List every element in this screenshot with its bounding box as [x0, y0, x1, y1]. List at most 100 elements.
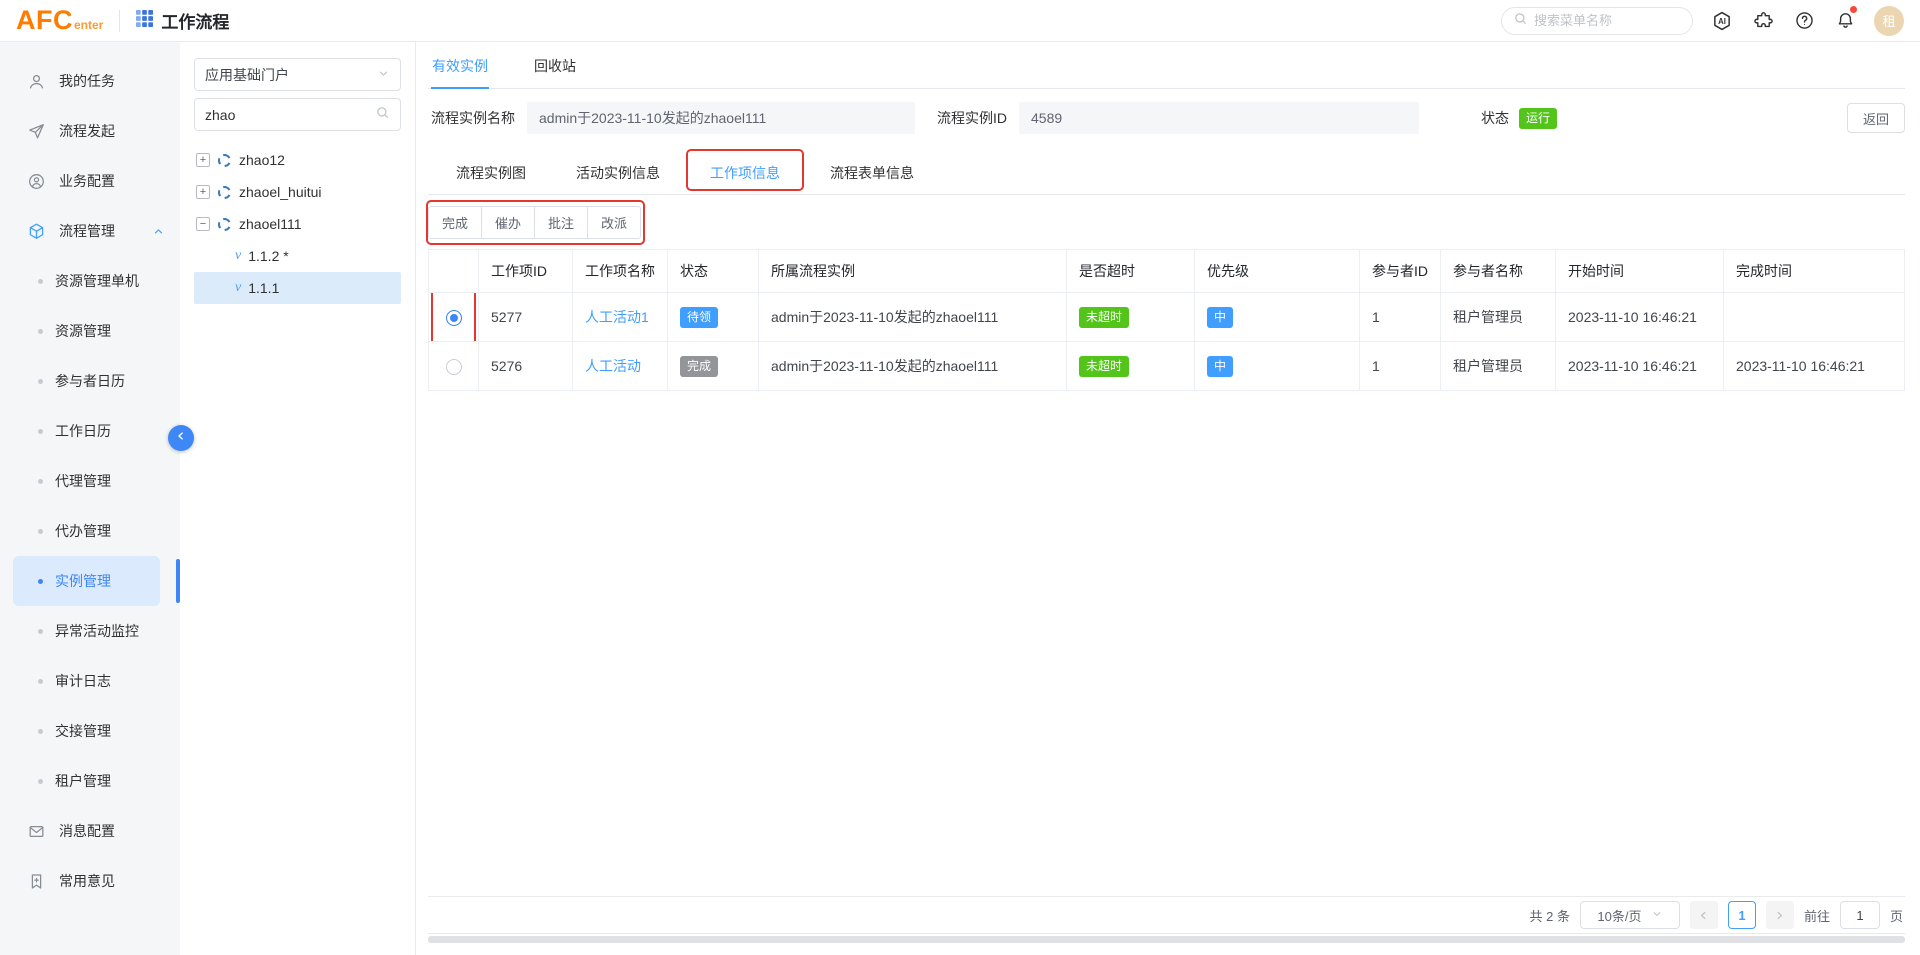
sidebar-menu: 我的任务 流程发起 业务配置 流程管理 资源管理单机 资源管理 参与者日历 工作… — [0, 42, 180, 955]
horizontal-scrollbar[interactable] — [428, 936, 1905, 943]
column-header-1: 工作项ID — [479, 250, 573, 293]
sidebar-item-6[interactable]: 参与者日历 — [0, 356, 180, 406]
subtab-2[interactable]: 工作项信息 — [708, 154, 782, 194]
topbar: AFC enter 工作流程 AI — [0, 0, 1920, 42]
tree-search-input[interactable] — [205, 107, 375, 123]
end-time-cell — [1724, 293, 1905, 342]
tree-version-2-1[interactable]: v 1.1.1 — [194, 272, 401, 304]
instance-cell: admin于2023-11-10发起的zhaoel111 — [759, 293, 1067, 342]
subtab-1[interactable]: 活动实例信息 — [574, 154, 662, 194]
bullet-icon — [38, 629, 43, 634]
app-title: 工作流程 — [136, 8, 229, 33]
participant-id-cell: 1 — [1360, 293, 1441, 342]
divider — [119, 10, 120, 32]
instance-id-label: 流程实例ID — [937, 108, 1007, 128]
sidebar-item-14[interactable]: 租户管理 — [0, 756, 180, 806]
table-row-1: 5276 人工活动 完成 admin于2023-11-10发起的zhaoel11… — [429, 342, 1905, 391]
sidebar-item-3[interactable]: 流程管理 — [0, 206, 180, 256]
tree-node-2[interactable]: − zhaoel111 — [194, 208, 401, 240]
tree-version-2-0[interactable]: v 1.1.2 * — [194, 240, 401, 272]
prev-page-button[interactable] — [1690, 901, 1718, 929]
notification-dot — [1850, 6, 1857, 13]
active-indicator — [176, 559, 180, 603]
radio-unselected-icon[interactable] — [446, 359, 462, 375]
menu-search[interactable] — [1501, 7, 1693, 35]
page-suffix-label: 页 — [1890, 906, 1903, 925]
participant-id-cell: 1 — [1360, 342, 1441, 391]
workitem-name-cell: 人工活动 — [573, 342, 668, 391]
app-body: 我的任务 流程发起 业务配置 流程管理 资源管理单机 资源管理 参与者日历 工作… — [0, 42, 1920, 955]
column-header-9: 开始时间 — [1556, 250, 1724, 293]
workitem-link[interactable]: 人工活动 — [585, 358, 641, 374]
participant-name-cell: 租户管理员 — [1441, 293, 1556, 342]
action-button-3[interactable]: 改派 — [587, 206, 641, 239]
minus-box-icon[interactable]: − — [196, 217, 210, 231]
bell-icon[interactable] — [1833, 9, 1857, 33]
sidebar-item-12[interactable]: 审计日志 — [0, 656, 180, 706]
radio-cell — [429, 342, 479, 391]
action-button-2[interactable]: 批注 — [534, 206, 588, 239]
bullet-icon — [38, 779, 43, 784]
sidebar-item-5[interactable]: 资源管理 — [0, 306, 180, 356]
subtab-3[interactable]: 流程表单信息 — [828, 154, 916, 194]
send-icon — [27, 122, 46, 141]
page-number-1[interactable]: 1 — [1728, 901, 1756, 929]
sidebar-item-9[interactable]: 代办管理 — [0, 506, 180, 556]
ai-icon[interactable]: AI — [1710, 9, 1734, 33]
next-page-button[interactable] — [1766, 901, 1794, 929]
sidebar-item-0[interactable]: 我的任务 — [0, 56, 180, 106]
tree-node-0[interactable]: + zhao12 — [194, 144, 401, 176]
sidebar-item-11[interactable]: 异常活动监控 — [0, 606, 180, 656]
app-logo: AFC enter — [16, 7, 103, 34]
page-size-select[interactable]: 10条/页 — [1580, 901, 1680, 929]
radio-selected-icon[interactable] — [446, 310, 462, 326]
sidebar-item-8[interactable]: 代理管理 — [0, 456, 180, 506]
sidebar-item-4[interactable]: 资源管理单机 — [0, 256, 180, 306]
action-button-1[interactable]: 催办 — [481, 206, 535, 239]
menu-search-input[interactable] — [1534, 13, 1681, 28]
logo-subtext: enter — [74, 18, 103, 32]
content-spacer — [428, 391, 1905, 896]
column-header-4: 所属流程实例 — [759, 250, 1067, 293]
help-icon[interactable] — [1792, 9, 1816, 33]
tab-recycle-bin[interactable]: 回收站 — [533, 42, 577, 88]
plus-box-icon[interactable]: + — [196, 153, 210, 167]
sidebar-item-13[interactable]: 交接管理 — [0, 706, 180, 756]
avatar[interactable]: 租 — [1874, 6, 1904, 36]
sidebar-item-7[interactable]: 工作日历 — [0, 406, 180, 456]
sidebar-item-10[interactable]: 实例管理 — [13, 556, 160, 606]
status-badge: 完成 — [680, 356, 718, 377]
chevron-down-icon — [377, 67, 390, 83]
tree-node-1[interactable]: + zhaoel_huitui — [194, 176, 401, 208]
column-header-2: 工作项名称 — [573, 250, 668, 293]
portal-select[interactable]: 应用基础门户 — [194, 58, 401, 91]
mail-icon — [27, 822, 46, 841]
instance-name-field[interactable] — [527, 102, 915, 134]
column-header-7: 参与者ID — [1360, 250, 1441, 293]
sidebar-item-16[interactable]: 常用意见 — [0, 856, 180, 906]
workitem-action-group: 完成催办批注改派 — [428, 206, 641, 239]
portal-select-value: 应用基础门户 — [205, 65, 289, 85]
participant-name-cell: 租户管理员 — [1441, 342, 1556, 391]
instance-id-field[interactable] — [1019, 102, 1419, 134]
sidebar-item-2[interactable]: 业务配置 — [0, 156, 180, 206]
sidebar-item-15[interactable]: 消息配置 — [0, 806, 180, 856]
sync-icon — [218, 218, 231, 231]
sidebar-item-1[interactable]: 流程发起 — [0, 106, 180, 156]
table-body: 5277 人工活动1 待领 admin于2023-11-10发起的zhaoel1… — [429, 293, 1905, 391]
action-button-0[interactable]: 完成 — [428, 206, 482, 239]
column-header-6: 优先级 — [1195, 250, 1360, 293]
panel-collapse-button[interactable] — [168, 425, 194, 451]
back-button[interactable]: 返回 — [1847, 103, 1905, 133]
tree-search[interactable] — [194, 98, 401, 131]
puzzle-icon[interactable] — [1751, 9, 1775, 33]
subtab-0[interactable]: 流程实例图 — [454, 154, 528, 194]
version-mark: v — [235, 248, 241, 264]
plus-box-icon[interactable]: + — [196, 185, 210, 199]
search-icon — [1513, 11, 1528, 31]
search-icon[interactable] — [375, 105, 390, 125]
goto-page-input[interactable] — [1840, 901, 1880, 929]
bullet-icon — [38, 479, 43, 484]
tab-valid-instances[interactable]: 有效实例 — [431, 42, 489, 88]
workitem-link[interactable]: 人工活动1 — [585, 309, 649, 325]
